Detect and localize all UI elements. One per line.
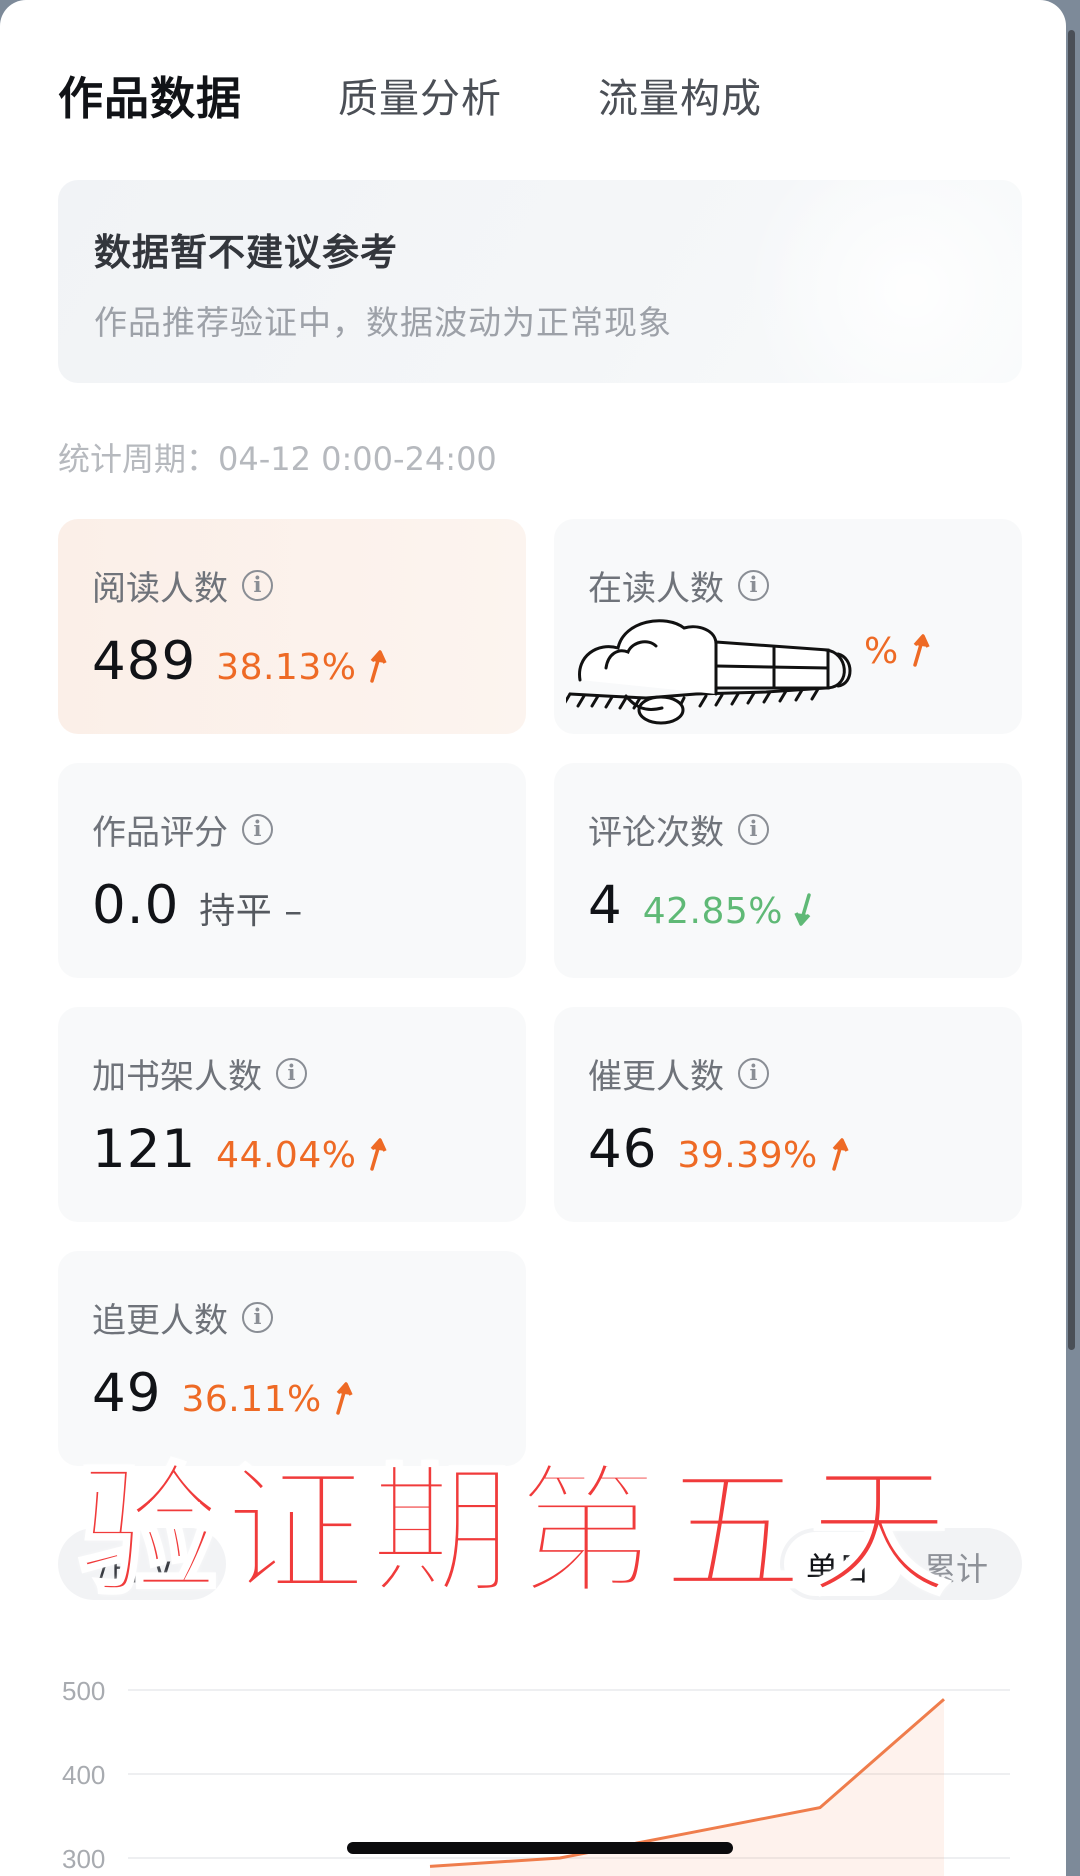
metric-value: 4: [588, 875, 623, 936]
metric-change: 39.39%: [677, 1135, 851, 1176]
metric-value: 121: [92, 1119, 197, 1180]
metric-label: 追更人数 i: [92, 1293, 273, 1342]
metric-card-rating[interactable]: 作品评分 i 0.0 持平 –: [58, 763, 526, 978]
screen: 作品数据 质量分析 流量构成 数据暂不建议参考 作品推荐验证中，数据波动为正常现…: [0, 0, 1066, 1876]
trend-up-arrow-icon: [831, 1138, 849, 1171]
metric-value-row: 0.0 持平 –: [92, 875, 303, 936]
metric-value: 46: [588, 1119, 658, 1180]
tab-quality-analysis[interactable]: 质量分析: [338, 66, 502, 124]
metric-value-row: 49 36.11%: [92, 1363, 356, 1424]
metric-change: 36.11%: [181, 1379, 355, 1420]
metric-card-update-requests[interactable]: 催更人数 i 46 39.39%: [554, 1007, 1022, 1222]
info-icon[interactable]: i: [738, 1058, 769, 1089]
info-icon[interactable]: i: [738, 570, 769, 601]
metric-label-text: 作品评分: [92, 813, 228, 853]
metric-change-text: %: [864, 631, 899, 672]
notice-subtitle: 作品推荐验证中，数据波动为正常现象: [94, 303, 672, 342]
metric-label-text: 评论次数: [588, 813, 724, 853]
metric-card-readers[interactable]: 阅读人数 i 489 38.13%: [58, 519, 526, 734]
info-icon[interactable]: i: [242, 814, 273, 845]
y-tick-label: 400: [62, 1760, 105, 1790]
metric-label-text: 阅读人数: [92, 569, 228, 609]
metric-change: 38.13%: [216, 647, 390, 688]
tab-work-data[interactable]: 作品数据: [58, 62, 242, 127]
metric-change-text: 39.39%: [677, 1135, 818, 1176]
info-icon[interactable]: i: [242, 1302, 273, 1333]
metric-card-comments[interactable]: 评论次数 i 4 42.85%: [554, 763, 1022, 978]
metric-change-text: 42.85%: [642, 891, 784, 932]
metric-label: 加书架人数 i: [92, 1049, 307, 1098]
metric-value: 489: [92, 631, 197, 692]
trend-up-arrow-icon: [370, 650, 388, 683]
metric-change: 持平 –: [199, 891, 303, 932]
metric-label: 评论次数 i: [588, 805, 769, 854]
metric-label: 催更人数 i: [588, 1049, 769, 1098]
metric-change: 42.85%: [643, 891, 817, 932]
metric-change: %: [864, 631, 933, 672]
trend-up-arrow-icon: [912, 634, 930, 667]
y-tick-label: 300: [62, 1844, 105, 1874]
metric-label: 在读人数 i: [588, 561, 769, 610]
metric-value-row: 46 39.39%: [588, 1119, 852, 1180]
trend-up-arrow-icon: [370, 1138, 388, 1171]
metric-label-text: 追更人数: [92, 1301, 228, 1341]
metric-label: 阅读人数 i: [92, 561, 273, 610]
metric-change-text: 38.13%: [216, 647, 357, 688]
tab-bar: 作品数据 质量分析 流量构成: [58, 62, 858, 127]
tab-traffic-composition[interactable]: 流量构成: [598, 66, 762, 124]
metric-card-followers[interactable]: 追更人数 i 49 36.11%: [58, 1251, 526, 1466]
home-indicator[interactable]: [347, 1842, 733, 1854]
metric-value: 49: [92, 1363, 162, 1424]
metric-change-text: 36.11%: [181, 1379, 322, 1420]
metric-change-text: 44.04%: [216, 1135, 357, 1176]
notice-title: 数据暂不建议参考: [94, 231, 398, 274]
trend-down-arrow-icon: [794, 893, 811, 926]
overlay-caption: 验证期第五天: [77, 1450, 954, 1615]
metric-label-text: 在读人数: [588, 569, 724, 609]
notice-banner: 数据暂不建议参考 作品推荐验证中，数据波动为正常现象: [58, 180, 1022, 383]
y-tick-label: 500: [62, 1676, 105, 1706]
stat-period: 统计周期：04-12 0:00-24:00: [58, 440, 497, 478]
metric-value-row: 121 44.04%: [92, 1119, 390, 1180]
hand-drawn-figure-sticker: [566, 619, 852, 725]
metric-value-row: %: [844, 631, 933, 672]
metric-value-row: 489 38.13%: [92, 631, 390, 692]
scrollbar[interactable]: [1068, 30, 1075, 1350]
metric-label: 作品评分 i: [92, 805, 273, 854]
info-icon[interactable]: i: [738, 814, 769, 845]
trend-up-arrow-icon: [335, 1382, 353, 1415]
metric-label-text: 加书架人数: [92, 1057, 262, 1097]
info-icon[interactable]: i: [276, 1058, 307, 1089]
metric-change: 44.04%: [216, 1135, 390, 1176]
info-icon[interactable]: i: [242, 570, 273, 601]
metric-card-bookshelf[interactable]: 加书架人数 i 121 44.04%: [58, 1007, 526, 1222]
metric-label-text: 催更人数: [588, 1057, 724, 1097]
metric-value: 0.0: [92, 875, 180, 936]
metric-value-row: 4 42.85%: [588, 875, 817, 936]
